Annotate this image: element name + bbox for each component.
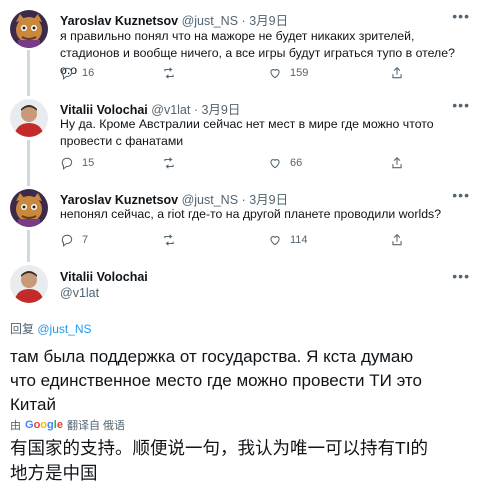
translation-attribution[interactable]: 由 Google 翻译自 俄语	[10, 417, 125, 433]
share-icon	[392, 234, 402, 246]
google-logo: Google	[25, 419, 63, 431]
avatar-vitalii[interactable]	[10, 99, 48, 137]
translated-line: 有国家的支持。顺便说一句，我认为唯一可以持有TI的	[10, 438, 429, 458]
tweet-text: непонял сейчас, а riot где-то на другой …	[60, 206, 470, 223]
like-icon	[270, 236, 280, 246]
avatar-vitalii[interactable]	[10, 265, 48, 303]
reply-count: 7	[82, 234, 89, 246]
tweet-actions: 16 159	[60, 66, 440, 82]
reply-to-link[interactable]: @just_NS	[37, 322, 91, 336]
main-text-line: Китай	[10, 395, 56, 414]
avatar-vitalii-image	[10, 99, 48, 137]
author-handle[interactable]: @just_NS	[182, 14, 238, 28]
share-icon	[392, 67, 402, 79]
avatar-yaroslav[interactable]	[10, 189, 48, 227]
translate-suffix: 翻译自 俄语	[66, 420, 126, 432]
share-button[interactable]	[390, 233, 404, 247]
separator: ·	[241, 193, 246, 207]
retweet-icon	[164, 67, 174, 79]
author-handle[interactable]: @v1lat	[151, 103, 190, 117]
translate-prefix: 由	[10, 420, 21, 432]
share-icon	[392, 157, 402, 169]
thread-line	[27, 140, 30, 186]
retweet-icon	[164, 157, 174, 169]
author-handle[interactable]: @just_NS	[182, 193, 238, 207]
main-tweet-text: там была поддержка от государства. Я кст…	[10, 345, 472, 417]
reply-to-line: 回复 @just_NS	[10, 320, 92, 337]
main-text-line: там была поддержка от государства. Я кст…	[10, 347, 414, 366]
main-author-name[interactable]: Vitalii Volochai	[60, 270, 148, 284]
tweet-date[interactable]: 3月9日	[249, 193, 288, 207]
tweet-text-line: Ну да. Кроме Австралии сейчас нет мест в…	[60, 117, 434, 131]
tweet-text: Ну да. Кроме Австралии сейчас нет мест в…	[60, 116, 470, 150]
more-icon[interactable]: •••	[452, 268, 470, 284]
avatar-yaroslav-image	[10, 10, 48, 48]
share-button[interactable]	[390, 156, 404, 170]
thread-line	[27, 230, 30, 262]
like-count: 159	[290, 67, 309, 79]
reply-icon	[61, 157, 73, 170]
author-name[interactable]: Yaroslav Kuznetsov	[60, 193, 178, 207]
like-button[interactable]: 159	[268, 66, 308, 80]
translated-text: 有国家的支持。顺便说一句，我认为唯一可以持有TI的 地方是中国	[10, 436, 472, 486]
reply-icon	[61, 67, 73, 80]
reply-icon	[61, 234, 73, 247]
like-icon	[270, 69, 280, 79]
avatar-vitalii-image	[10, 265, 48, 303]
translated-line: 地方是中国	[10, 463, 98, 483]
avatar-yaroslav-image	[10, 189, 48, 227]
avatar-yaroslav[interactable]	[10, 10, 48, 48]
retweet-button[interactable]	[162, 156, 184, 170]
retweet-button[interactable]	[162, 66, 184, 80]
like-count: 66	[290, 157, 303, 169]
tweet-actions: 15 66	[60, 156, 440, 172]
author-name[interactable]: Vitalii Volochai	[60, 103, 148, 117]
reply-count: 16	[82, 67, 95, 79]
tweet-actions: 7 114	[60, 233, 440, 249]
tweet-text-line: я правильно понял что на мажоре не будет…	[60, 29, 415, 43]
tweet-date[interactable]: 3月9日	[249, 14, 288, 28]
tweet-text-line: непонял сейчас, а riot где-то на другой …	[60, 207, 442, 221]
separator: ·	[241, 14, 246, 28]
tweet-header: Yaroslav Kuznetsov @just_NS · 3月9日	[60, 10, 288, 29]
share-button[interactable]	[390, 66, 404, 80]
like-count: 114	[290, 234, 308, 246]
reply-count: 15	[82, 157, 95, 169]
author-name[interactable]: Yaroslav Kuznetsov	[60, 14, 178, 28]
reply-button[interactable]: 7	[60, 233, 88, 247]
retweet-button[interactable]	[162, 233, 184, 247]
like-icon	[270, 159, 280, 169]
like-button[interactable]: 114	[268, 233, 308, 247]
more-icon[interactable]: •••	[452, 97, 470, 113]
main-author-handle[interactable]: @v1lat	[60, 286, 99, 300]
reply-button[interactable]: 15	[60, 156, 94, 170]
reply-prefix: 回复	[10, 322, 35, 336]
retweet-icon	[164, 234, 174, 246]
like-button[interactable]: 66	[268, 156, 302, 170]
more-icon[interactable]: •••	[452, 187, 470, 203]
tweet-date[interactable]: 3月9日	[201, 103, 240, 117]
tweet-text-line: провести с фанатами	[60, 134, 184, 148]
reply-button[interactable]: 16	[60, 66, 94, 80]
separator: ·	[193, 103, 198, 117]
main-text-line: что единственное место где можно провест…	[10, 371, 422, 390]
thread-line	[27, 50, 30, 96]
more-icon[interactable]: •••	[452, 8, 470, 24]
